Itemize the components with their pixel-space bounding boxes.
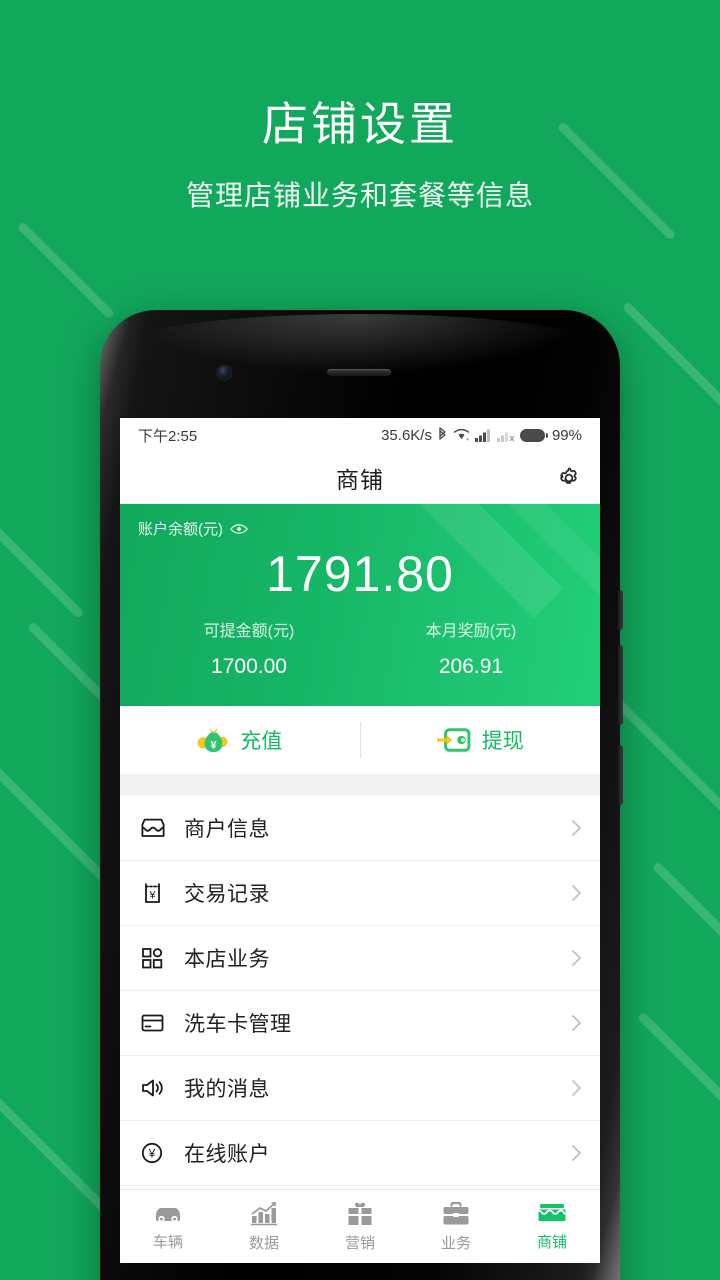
- chart-icon: [249, 1201, 279, 1227]
- phone-volume-down-button: [618, 645, 623, 725]
- svg-text:¥: ¥: [148, 890, 156, 902]
- svg-text:¥: ¥: [211, 739, 218, 751]
- speaker-icon: [140, 1077, 170, 1099]
- menu-item-label: 在线账户: [184, 1143, 270, 1166]
- chevron-right-icon: [571, 1079, 582, 1097]
- phone-screen: 下午2:55 35.6K/s 99% 商铺 账户余额(元) 1791.80 可提…: [120, 418, 600, 1263]
- tab-label: 营销: [344, 1234, 375, 1252]
- briefcase-icon: [441, 1201, 471, 1227]
- tab-label: 商铺: [536, 1233, 567, 1251]
- promo-header: 店铺设置 管理店铺业务和套餐等信息: [0, 96, 720, 214]
- withdrawable-column: 可提金额(元) 1700.00: [138, 617, 360, 679]
- withdrawable-label: 可提金额(元): [203, 623, 295, 640]
- app-title-bar: 商铺: [120, 452, 600, 504]
- balance-card: 账户余额(元) 1791.80 可提金额(元) 1700.00 本月奖励(元) …: [120, 504, 600, 706]
- store-icon: [536, 1202, 568, 1226]
- gift-icon: [346, 1201, 374, 1227]
- monthly-reward-column: 本月奖励(元) 206.91: [360, 617, 582, 679]
- tab-business[interactable]: 业务: [408, 1201, 504, 1253]
- menu-item-wash-card-management[interactable]: 洗车卡管理: [120, 991, 600, 1056]
- menu-item-transaction-records[interactable]: ¥ 交易记录: [120, 861, 600, 926]
- gear-icon[interactable]: [556, 465, 582, 491]
- withdraw-label: 提现: [481, 730, 524, 753]
- tab-data[interactable]: 数据: [216, 1201, 312, 1253]
- settings-menu-list: 商户信息 ¥ 交易记录 本店业务 洗车卡管理 我的消息 ¥ 在线账户: [120, 796, 600, 1186]
- menu-item-online-account[interactable]: ¥ 在线账户: [120, 1121, 600, 1186]
- tab-label: 数据: [248, 1234, 279, 1252]
- tab-shop[interactable]: 商铺: [504, 1202, 600, 1252]
- promo-screenshot: 店铺设置 管理店铺业务和套餐等信息 下午2:55 35.6K/s 99% 商铺 …: [0, 0, 720, 1280]
- battery-icon: [519, 428, 548, 442]
- promo-subtitle: 管理店铺业务和套餐等信息: [185, 179, 534, 211]
- yen-circle-icon: ¥: [140, 1141, 170, 1165]
- battery-percent-label: 99%: [551, 426, 582, 444]
- wallet-withdraw-icon: [436, 726, 471, 754]
- monthly-reward-label: 本月奖励(元): [425, 623, 517, 640]
- signal-bars-nosim-icon: [496, 428, 515, 442]
- receipt-yen-icon: ¥: [140, 881, 170, 905]
- chevron-right-icon: [571, 1014, 582, 1032]
- chevron-right-icon: [571, 884, 582, 902]
- balance-label-row: 账户余额(元): [138, 518, 582, 539]
- recharge-button[interactable]: ¥ 充值: [120, 706, 360, 774]
- tab-marketing[interactable]: 营销: [312, 1201, 408, 1253]
- withdraw-button[interactable]: 提现: [361, 706, 601, 774]
- wifi-icon: [453, 428, 470, 442]
- menu-item-store-business[interactable]: 本店业务: [120, 926, 600, 991]
- withdrawable-value: 1700.00: [211, 655, 287, 678]
- car-icon: [152, 1202, 184, 1226]
- menu-item-my-messages[interactable]: 我的消息: [120, 1056, 600, 1121]
- menu-item-merchant-info[interactable]: 商户信息: [120, 796, 600, 861]
- chevron-right-icon: [571, 819, 582, 837]
- bottom-tab-bar: 车辆 数据 营销 业务 商铺: [120, 1189, 600, 1263]
- page-title: 商铺: [336, 466, 384, 493]
- chevron-right-icon: [571, 1144, 582, 1162]
- menu-item-label: 我的消息: [184, 1078, 270, 1101]
- tab-vehicles[interactable]: 车辆: [120, 1202, 216, 1252]
- promo-title: 店铺设置: [262, 98, 458, 150]
- tab-label: 车辆: [152, 1233, 183, 1251]
- store-icon: [140, 817, 170, 839]
- phone-power-button: [618, 745, 623, 805]
- eye-icon[interactable]: [230, 523, 248, 535]
- grid-icon: [140, 946, 170, 970]
- phone-earpiece-speaker: [327, 369, 391, 376]
- tab-label: 业务: [440, 1234, 471, 1252]
- chevron-right-icon: [571, 949, 582, 967]
- money-bag-icon: ¥: [197, 726, 229, 754]
- menu-item-label: 洗车卡管理: [184, 1013, 292, 1036]
- section-spacer: [120, 774, 600, 796]
- balance-amount: 1791.80: [266, 546, 454, 602]
- balance-columns: 可提金额(元) 1700.00 本月奖励(元) 206.91: [138, 617, 582, 679]
- recharge-label: 充值: [240, 730, 283, 753]
- signal-bars-icon: [474, 428, 492, 442]
- menu-item-label: 交易记录: [184, 883, 270, 906]
- card-icon: [140, 1013, 170, 1033]
- phone-volume-up-button: [618, 590, 623, 630]
- monthly-reward-value: 206.91: [438, 655, 504, 678]
- svg-text:¥: ¥: [148, 1147, 156, 1161]
- menu-item-label: 本店业务: [184, 948, 270, 971]
- action-buttons-row: ¥ 充值 提现: [120, 706, 600, 774]
- network-speed-label: 35.6K/s: [381, 426, 432, 444]
- bluetooth-icon: [437, 427, 448, 443]
- menu-item-label: 商户信息: [184, 818, 270, 841]
- phone-front-camera: [218, 366, 231, 379]
- status-time: 下午2:55: [138, 427, 198, 445]
- status-bar: 下午2:55 35.6K/s 99%: [120, 418, 600, 452]
- balance-label: 账户余额(元): [138, 521, 223, 538]
